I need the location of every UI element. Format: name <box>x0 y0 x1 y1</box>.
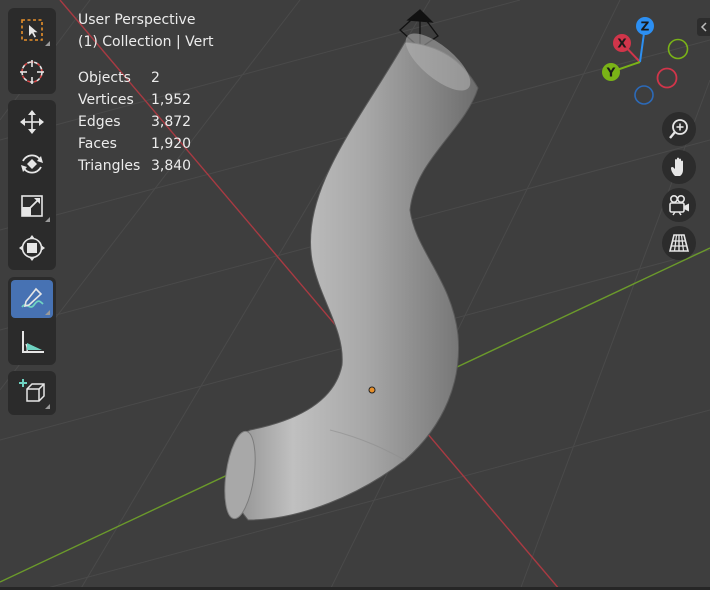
tube-mesh[interactable] <box>220 24 479 521</box>
gizmo-neg-y[interactable] <box>667 38 689 60</box>
navigation-gizmo[interactable]: X Z Y <box>596 12 696 112</box>
svg-text:Z: Z <box>641 20 650 34</box>
stat-value: 3,840 <box>151 158 192 174</box>
stat-edges: Edges 3,872 <box>78 111 214 133</box>
stat-label: Objects <box>78 70 131 86</box>
transform-icon <box>19 235 45 261</box>
grid-perspective-icon <box>668 234 690 252</box>
camera-view-button[interactable] <box>662 188 696 222</box>
stat-value: 1,920 <box>151 136 192 152</box>
svg-text:Y: Y <box>606 66 616 80</box>
measure-tool[interactable] <box>11 323 53 361</box>
add-cube-icon <box>19 379 45 402</box>
view-context: (1) Collection | Vert <box>78 34 214 50</box>
3d-viewport[interactable]: User Perspective (1) Collection | Vert O… <box>0 0 710 590</box>
gizmo-neg-x[interactable] <box>656 67 678 89</box>
scale-icon <box>21 195 43 217</box>
sidebar-toggle-button[interactable] <box>697 18 710 36</box>
chevron-left-icon <box>700 22 707 32</box>
move-tool[interactable] <box>11 103 53 141</box>
stat-label: Triangles <box>78 158 141 174</box>
stat-vertices: Vertices 1,952 <box>78 89 214 111</box>
gizmo-y[interactable]: Y <box>602 63 620 81</box>
stat-label: Vertices <box>78 92 134 108</box>
move-icon <box>20 110 44 134</box>
zoom-button[interactable] <box>662 112 696 146</box>
gizmo-x[interactable]: X <box>613 34 631 52</box>
transform-tool[interactable] <box>11 229 53 267</box>
stat-objects: Objects 2 <box>78 67 214 89</box>
projection-toggle-button[interactable] <box>662 226 696 260</box>
measure-icon <box>22 331 44 353</box>
scale-tool[interactable] <box>11 187 53 225</box>
cursor-tool[interactable] <box>11 53 53 91</box>
select-box-icon <box>21 19 43 41</box>
view-name: User Perspective <box>78 12 196 28</box>
toolbar-group-select <box>8 8 56 94</box>
stat-faces: Faces 1,920 <box>78 133 214 155</box>
pan-button[interactable] <box>662 150 696 184</box>
stat-value: 2 <box>151 70 160 86</box>
toolbar-group-transform <box>8 100 56 270</box>
toolbar-group-add <box>8 371 56 415</box>
toolbar-group-annotate <box>8 277 56 365</box>
camera-icon <box>669 194 689 216</box>
origin-dot <box>368 386 376 394</box>
svg-text:X: X <box>617 37 627 51</box>
gizmo-z[interactable]: Z <box>636 17 654 35</box>
stat-value: 1,952 <box>151 92 192 108</box>
stat-label: Edges <box>78 114 121 130</box>
rotate-tool[interactable] <box>11 145 53 183</box>
annotate-icon <box>21 287 44 308</box>
cursor-icon <box>20 60 44 84</box>
stat-value: 3,872 <box>151 114 192 130</box>
stat-triangles: Triangles 3,840 <box>78 155 214 177</box>
select-box-tool[interactable] <box>11 11 53 49</box>
gizmo-neg-z[interactable] <box>634 85 654 105</box>
add-cube-tool[interactable] <box>11 374 53 412</box>
zoom-icon <box>669 119 688 139</box>
annotate-tool[interactable] <box>11 280 53 318</box>
rotate-icon <box>21 154 43 174</box>
viewport-info-overlay: User Perspective (1) Collection | Vert O… <box>78 9 214 177</box>
hand-pan-icon <box>671 157 683 176</box>
stat-label: Faces <box>78 136 117 152</box>
